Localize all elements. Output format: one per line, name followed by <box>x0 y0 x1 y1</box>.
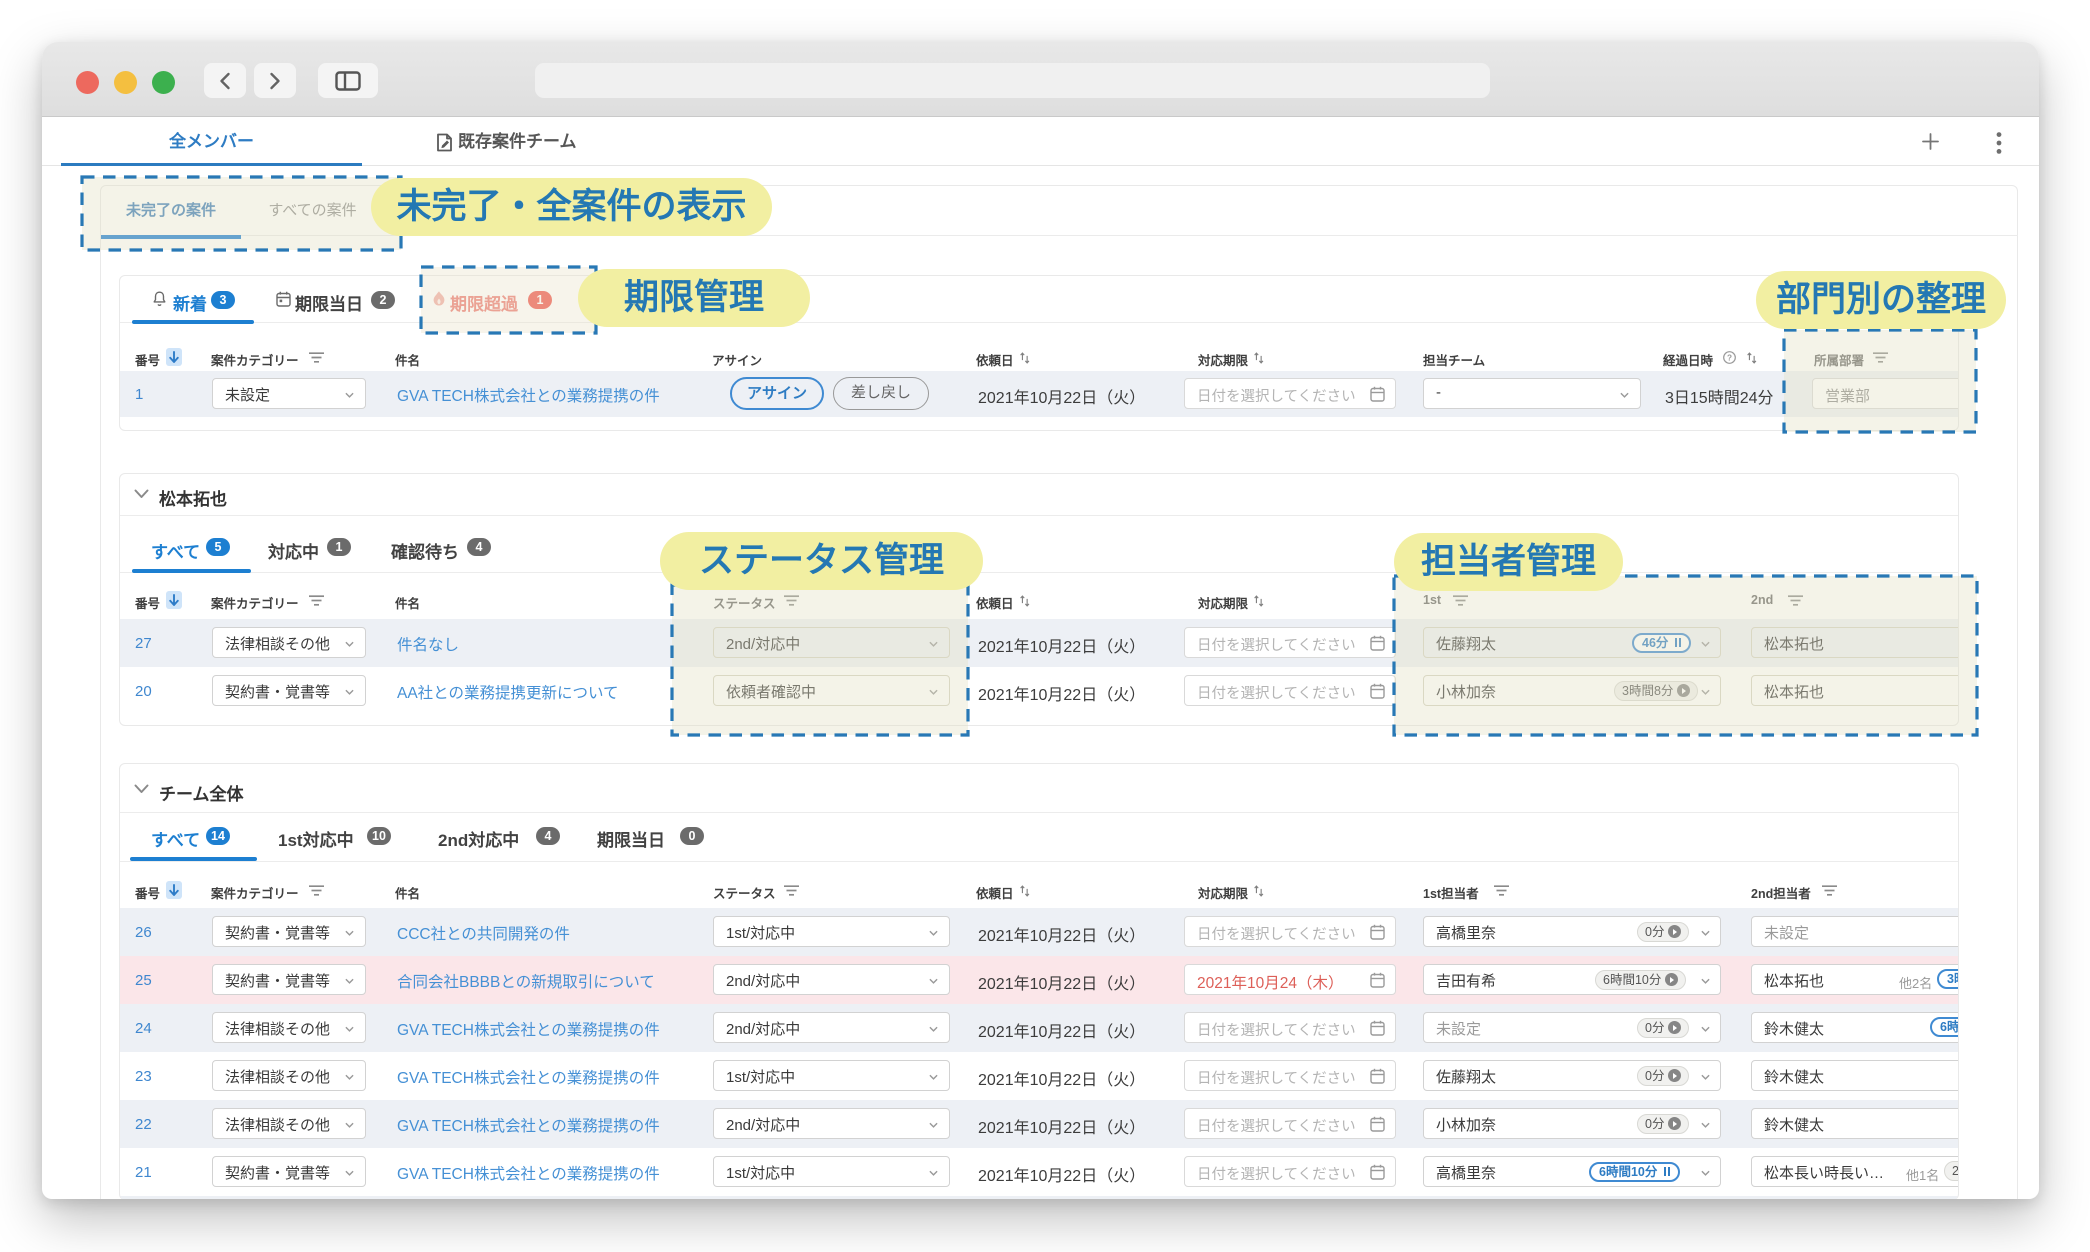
svg-text:?: ? <box>1727 353 1732 362</box>
